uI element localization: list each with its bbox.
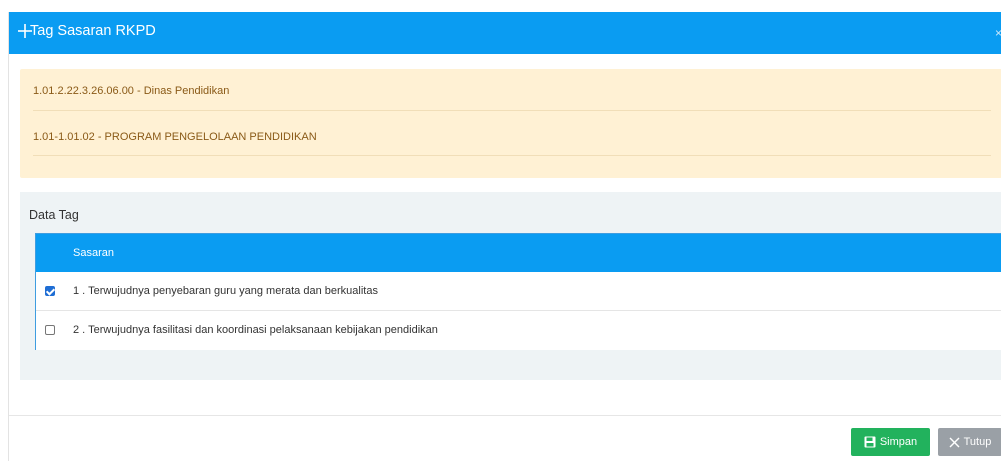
data-tag-panel: Data Tag Sasaran 1 . Terwujudnya penyeba… (20, 192, 1001, 380)
save-label: Simpan (879, 436, 918, 448)
footer-divider (9, 415, 1001, 416)
close-icon[interactable]: × (995, 26, 1001, 40)
modal-title: Tag Sasaran RKPD (30, 23, 156, 39)
modal-header: Tag Sasaran RKPD × (9, 12, 1001, 54)
tag-sasaran-modal: Tag Sasaran RKPD × 1.01.2.22.3.26.06.00 … (8, 12, 1001, 461)
unit-info: 1.01.2.22.3.26.06.00 - Dinas Pendidikan (33, 85, 230, 97)
save-button[interactable]: Simpan (851, 428, 930, 456)
save-icon (864, 436, 876, 448)
data-tag-title: Data Tag (29, 208, 79, 222)
table-row[interactable]: 2 . Terwujudnya fasilitasi dan koordinas… (36, 311, 1001, 350)
sasaran-table: Sasaran 1 . Terwujudnya penyebaran guru … (35, 233, 1001, 350)
close-x-icon (949, 437, 960, 447)
row-text: 2 . Terwujudnya fasilitasi dan koordinas… (73, 324, 438, 336)
row-checkbox[interactable] (45, 325, 55, 335)
table-header: Sasaran (36, 234, 1001, 272)
info-divider (33, 110, 991, 111)
column-header-sasaran: Sasaran (73, 247, 114, 259)
info-divider (33, 155, 991, 156)
program-info: 1.01-1.01.02 - PROGRAM PENGELOLAAN PENDI… (33, 131, 317, 143)
table-row[interactable]: 1 . Terwujudnya penyebaran guru yang mer… (36, 272, 1001, 311)
close-button[interactable]: Tutup (938, 428, 1001, 456)
info-panel: 1.01.2.22.3.26.06.00 - Dinas Pendidikan … (20, 69, 1001, 178)
row-text: 1 . Terwujudnya penyebaran guru yang mer… (73, 285, 378, 297)
close-label: Tutup (963, 436, 992, 448)
row-checkbox[interactable] (45, 286, 55, 296)
